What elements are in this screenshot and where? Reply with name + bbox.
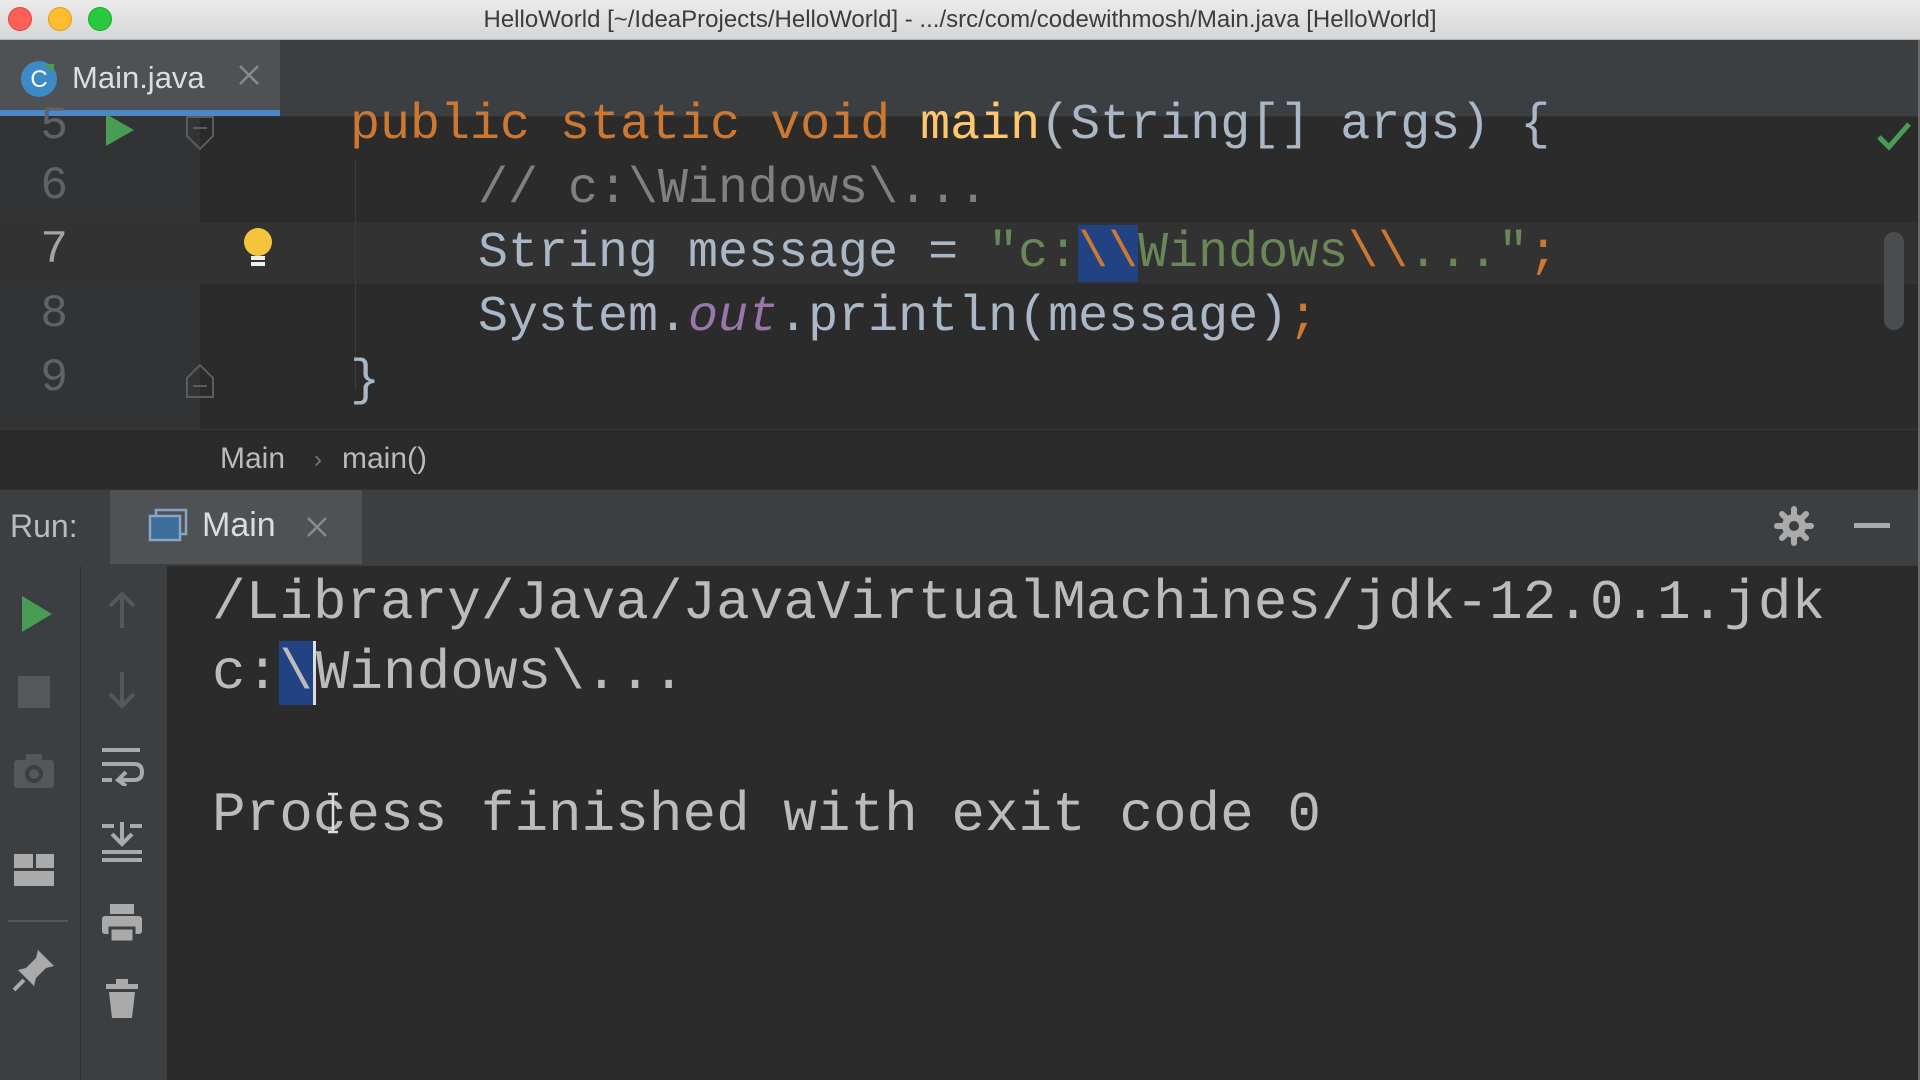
console-program-output: c:\Windows\... [212, 641, 686, 705]
breadcrumb-separator: › [314, 446, 322, 473]
class-icon: C [20, 60, 58, 98]
scroll-to-end-icon[interactable] [100, 820, 144, 862]
console-icon [148, 508, 188, 544]
soft-wrap-icon[interactable] [100, 744, 144, 786]
line-number: 8 [40, 288, 68, 340]
intention-bulb-icon[interactable] [240, 226, 276, 272]
breadcrumb-item-method[interactable]: main() [342, 442, 427, 476]
close-run-tab-icon[interactable] [304, 514, 330, 540]
restore-layout-icon[interactable] [12, 852, 56, 888]
minimize-panel-icon[interactable] [1854, 523, 1890, 528]
console-exit-message: Process finished with exit code 0 [212, 783, 1321, 847]
code-line-6: // c:\Windows\... [478, 161, 989, 218]
breadcrumb [0, 429, 1918, 490]
fold-end-icon[interactable] [184, 362, 216, 400]
run-toolbar-primary [0, 566, 81, 1080]
window-title: HelloWorld [~/IdeaProjects/HelloWorld] -… [483, 6, 1437, 33]
line-number: 7 [40, 224, 68, 276]
down-arrow-icon[interactable] [104, 670, 140, 710]
settings-gear-icon[interactable] [1774, 506, 1814, 546]
run-panel-label: Run: [10, 508, 78, 544]
stop-icon[interactable] [18, 676, 50, 708]
clear-all-trash-icon[interactable] [104, 978, 140, 1020]
editor-scrollbar[interactable] [1884, 232, 1904, 330]
toolbar-divider [8, 920, 68, 922]
pin-tab-icon[interactable] [12, 948, 56, 992]
print-icon[interactable] [100, 902, 144, 944]
close-tab-icon[interactable] [236, 62, 262, 88]
line-number: 9 [40, 352, 68, 404]
code-line-5: public static void main(String[] args) { [350, 97, 1551, 154]
svg-text:C: C [30, 66, 47, 93]
no-problems-check-icon [1876, 120, 1912, 152]
run-gutter-icon[interactable] [104, 112, 136, 148]
rerun-icon[interactable] [18, 594, 54, 634]
breadcrumb-item-class[interactable]: Main [220, 442, 285, 476]
fold-start-icon[interactable] [184, 114, 216, 152]
console-command-line: /Library/Java/JavaVirtualMachines/jdk-12… [212, 571, 1826, 635]
tab-label: Main.java [72, 60, 205, 95]
line-number: 5 [40, 100, 68, 152]
line-number: 6 [40, 160, 68, 212]
text-cursor-icon [326, 792, 340, 834]
up-arrow-icon[interactable] [104, 590, 140, 630]
code-line-7: String message = "c:\\Windows\\..."; [478, 225, 1559, 282]
dump-threads-camera-icon[interactable] [12, 752, 56, 790]
run-tab-label: Main [202, 506, 276, 544]
code-line-8: System.out.println(message); [478, 289, 1319, 346]
code-line-9: } [350, 353, 381, 410]
